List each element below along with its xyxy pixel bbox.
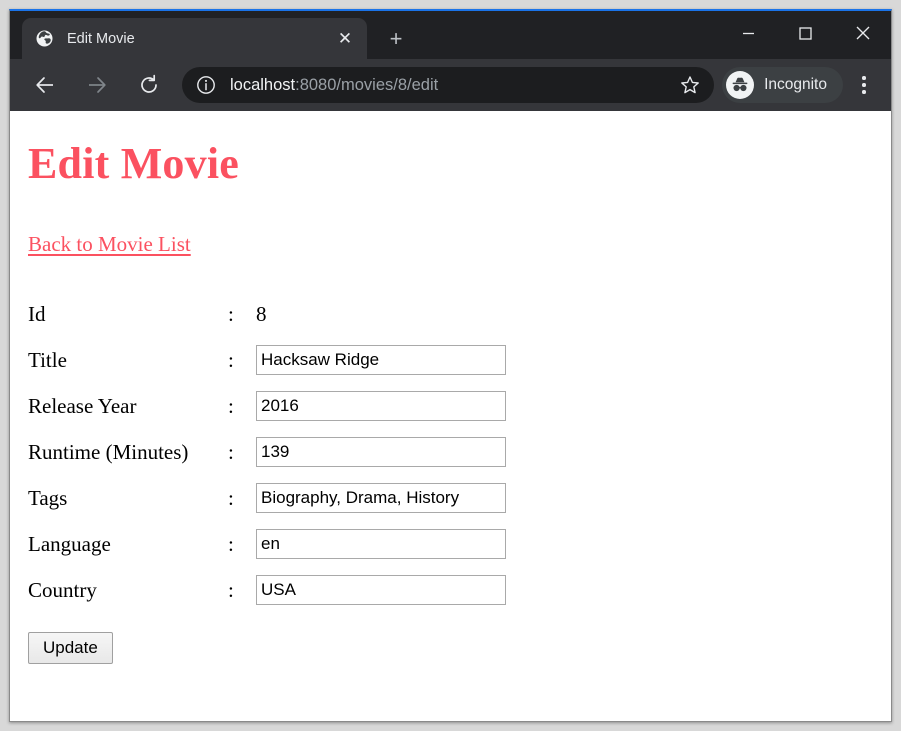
field-colon: : <box>228 577 234 602</box>
browser-window: Edit Movie ✕ + localhost:8080/movies/8/e… <box>9 9 892 722</box>
url-text[interactable]: localhost:8080/movies/8/edit <box>230 76 670 95</box>
page-title: Edit Movie <box>28 139 239 188</box>
field-value-cell <box>256 337 516 383</box>
field-label: Language <box>28 531 111 556</box>
browser-tab-edit-movie[interactable]: Edit Movie ✕ <box>22 18 367 59</box>
field-row: Id:8 <box>28 291 516 337</box>
close-window-button[interactable] <box>834 11 891 55</box>
minimize-button[interactable] <box>720 11 777 55</box>
incognito-icon <box>726 71 755 99</box>
input-title[interactable] <box>256 345 506 375</box>
field-row: Language: <box>28 521 516 567</box>
tab-title: Edit Movie <box>67 30 135 47</box>
field-colon: : <box>228 439 234 464</box>
input-release-year[interactable] <box>256 391 506 421</box>
globe-icon <box>36 30 53 47</box>
field-value-cell <box>256 521 516 567</box>
field-row: Tags: <box>28 475 516 521</box>
field-colon: : <box>228 485 234 510</box>
field-row: Country: <box>28 567 516 613</box>
url-host: localhost <box>230 75 296 94</box>
field-label: Country <box>28 577 97 602</box>
close-icon[interactable]: ✕ <box>333 27 357 51</box>
field-label: Release Year <box>28 393 137 418</box>
info-icon[interactable] <box>196 75 216 95</box>
reload-icon[interactable] <box>130 66 168 104</box>
field-label: Tags <box>28 485 68 510</box>
address-bar[interactable]: localhost:8080/movies/8/edit <box>182 67 715 103</box>
field-value-cell <box>256 383 516 429</box>
field-colon: : <box>228 393 234 418</box>
field-value-cell: 8 <box>256 291 516 337</box>
url-path: :8080/movies/8/edit <box>295 75 439 94</box>
field-table: Id:8Title:Release Year:Runtime (Minutes)… <box>28 291 516 613</box>
field-colon: : <box>228 531 234 556</box>
update-button[interactable]: Update <box>28 632 113 664</box>
field-label: Title <box>28 347 67 372</box>
input-country[interactable] <box>256 575 506 605</box>
input-runtime-minutes[interactable] <box>256 437 506 467</box>
edit-movie-form: Id:8Title:Release Year:Runtime (Minutes)… <box>28 291 516 613</box>
field-value-cell <box>256 475 516 521</box>
field-colon: : <box>228 301 234 326</box>
field-row: Release Year: <box>28 383 516 429</box>
field-label: Runtime (Minutes) <box>28 439 189 464</box>
browser-toolbar: localhost:8080/movies/8/edit Incognito <box>10 59 891 111</box>
field-value-cell <box>256 567 516 613</box>
input-tags[interactable] <box>256 483 506 513</box>
incognito-indicator[interactable]: Incognito <box>722 67 843 103</box>
input-language[interactable] <box>256 529 506 559</box>
field-row: Title: <box>28 337 516 383</box>
forward-arrow-icon[interactable] <box>78 66 116 104</box>
maximize-button[interactable] <box>777 11 834 55</box>
back-to-movie-list-link[interactable]: Back to Movie List <box>28 232 191 257</box>
tab-strip: Edit Movie ✕ + <box>10 11 891 59</box>
field-value-cell <box>256 429 516 475</box>
window-controls <box>720 11 891 55</box>
kebab-menu-icon[interactable] <box>847 66 881 104</box>
value-id: 8 <box>256 301 267 326</box>
field-row: Runtime (Minutes): <box>28 429 516 475</box>
star-icon[interactable] <box>678 73 702 97</box>
incognito-label: Incognito <box>764 76 827 93</box>
menu-dot <box>862 76 866 80</box>
page-content: Edit Movie Back to Movie List Id:8 Title:… <box>10 111 891 721</box>
field-label: Id <box>28 301 46 326</box>
menu-dot <box>862 83 866 87</box>
new-tab-button[interactable]: + <box>382 25 410 53</box>
field-colon: : <box>228 347 234 372</box>
back-arrow-icon[interactable] <box>26 66 64 104</box>
menu-dot <box>862 90 866 94</box>
